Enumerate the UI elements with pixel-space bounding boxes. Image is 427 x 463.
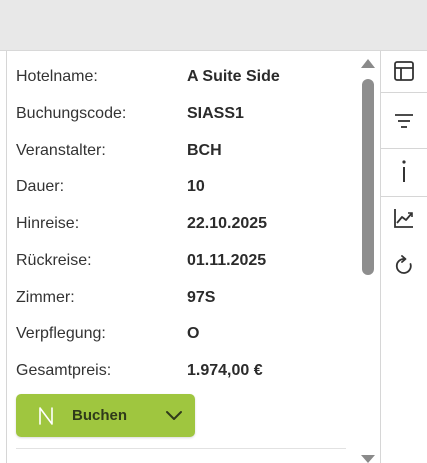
duration-label: Dauer: (16, 178, 65, 195)
refresh-icon (395, 255, 412, 274)
detail-row-hotel: Hotelname: A Suite Side (16, 65, 356, 89)
detail-row-price: Gesamtpreis: 1.974,00 € (16, 359, 356, 383)
scroll-down-arrow-icon[interactable] (361, 455, 375, 463)
filter-icon (395, 114, 413, 128)
scroll-thumb[interactable] (362, 79, 374, 275)
detail-row-return: Rückreise: 01.11.2025 (16, 249, 356, 273)
duration-value: 10 (187, 178, 205, 195)
rail-divider (381, 196, 427, 197)
board-label: Verpflegung: (16, 325, 106, 342)
room-label: Zimmer: (16, 289, 75, 306)
price-label: Gesamtpreis: (16, 362, 112, 379)
detail-row-operator: Veranstalter: BCH (16, 139, 356, 163)
side-toolbar (380, 51, 427, 463)
detail-row-room: Zimmer: 97S (16, 286, 356, 310)
hotel-label: Hotelname: (16, 68, 98, 85)
top-toolbar (0, 0, 427, 51)
outbound-value: 22.10.2025 (187, 215, 268, 232)
rail-divider (381, 92, 427, 93)
detail-row-duration: Dauer: 10 (16, 175, 356, 199)
board-value: O (187, 325, 200, 342)
info-button[interactable] (381, 152, 427, 186)
book-button-label: Buchen (72, 407, 128, 424)
offer-details-panel: Hotelname: A Suite Side Buchungscode: SI… (7, 51, 357, 463)
book-button[interactable]: Buchen (16, 394, 195, 437)
room-value: 97S (187, 289, 216, 306)
scroll-up-arrow-icon[interactable] (361, 59, 375, 68)
table-icon (394, 61, 414, 81)
chart-icon (394, 209, 413, 228)
detail-row-outbound: Hinreise: 22.10.2025 (16, 212, 356, 236)
operator-label: Veranstalter: (16, 142, 106, 159)
detail-row-board: Verpflegung: O (16, 322, 356, 346)
operator-value: BCH (187, 142, 222, 159)
return-value: 01.11.2025 (187, 252, 267, 269)
hotel-value: A Suite Side (187, 68, 280, 85)
info-icon (402, 160, 406, 182)
chevron-down-icon[interactable] (164, 407, 184, 425)
divider (16, 448, 346, 449)
outbound-label: Hinreise: (16, 215, 80, 232)
chart-button[interactable] (381, 201, 427, 235)
return-label: Rückreise: (16, 252, 92, 269)
detail-row-code: Buchungscode: SIASS1 (16, 102, 356, 126)
price-value: 1.974,00 € (187, 362, 263, 379)
vertical-scrollbar[interactable] (358, 51, 379, 463)
n-icon (39, 407, 53, 425)
code-value: SIASS1 (187, 105, 244, 122)
code-label: Buchungscode: (16, 105, 127, 122)
rail-divider (381, 148, 427, 149)
filter-button[interactable] (381, 104, 427, 138)
table-view-button[interactable] (381, 54, 427, 88)
refresh-button[interactable] (381, 249, 427, 283)
